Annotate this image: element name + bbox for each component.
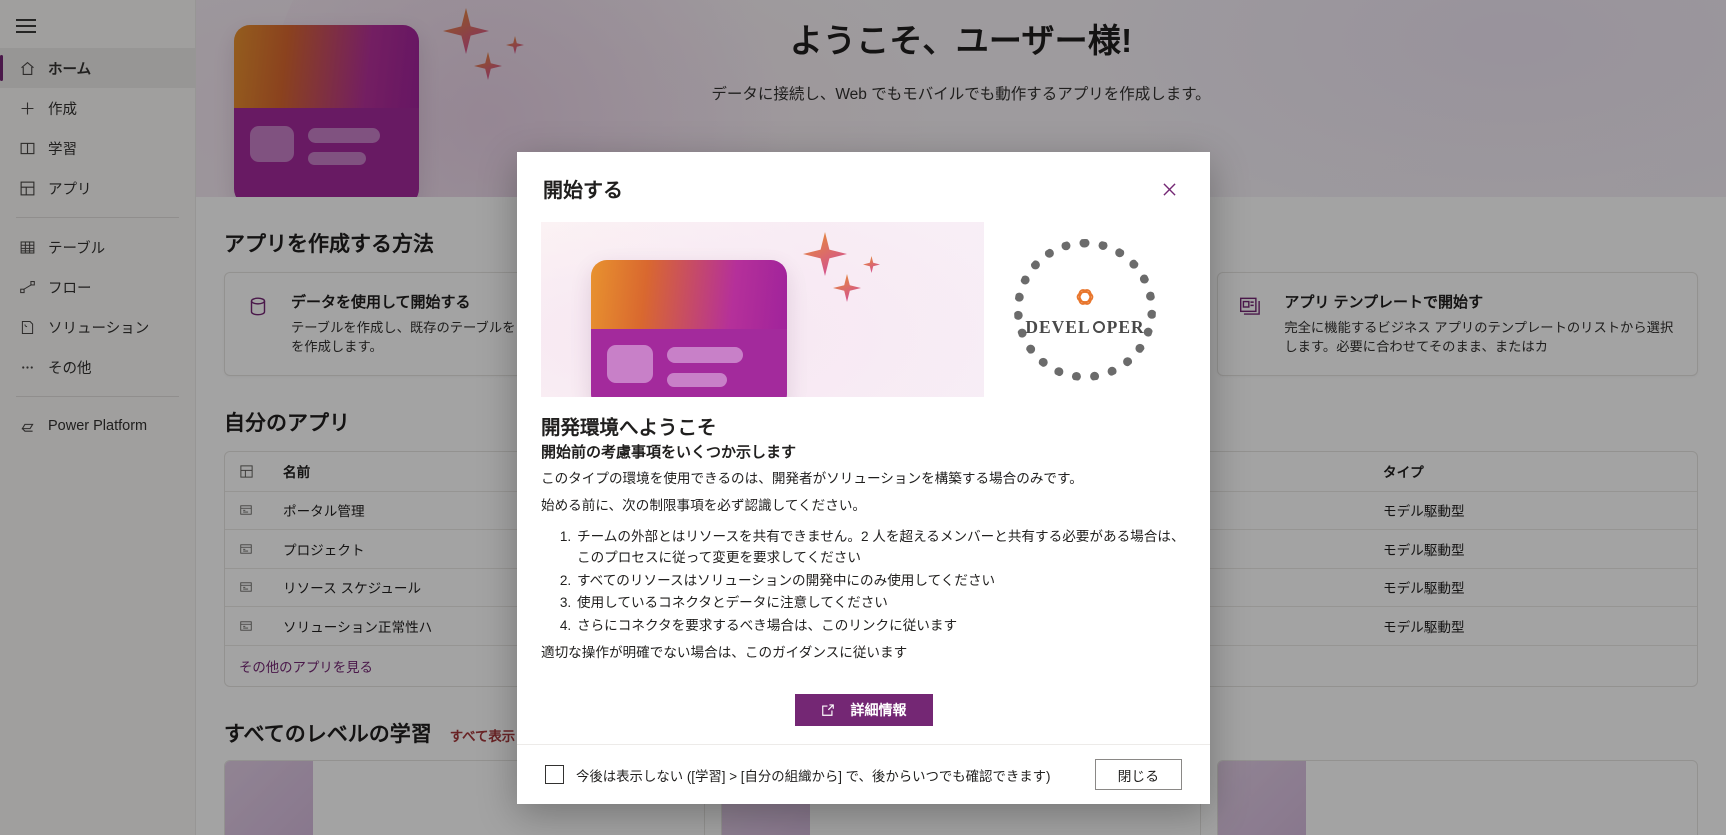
dialog-body: 開発環境へようこそ 開始前の考慮事項をいくつか示します このタイプの環境を使用で… [517,397,1210,744]
learn-more-button[interactable]: 詳細情報 [794,693,933,726]
sparkle-icon [833,274,861,302]
dialog-intro-text: このタイプの環境を使用できるのは、開発者がソリューションを構築する場合のみです。 [541,471,1083,486]
limitations-list: チームの外部とはリソースを共有できません。2 人を超えるメンバーと共有する必要が… [575,526,1186,636]
get-started-dialog: 開始する DEVEL PER 開発環境へようこそ 開始前の考慮事項をいくつか示し… [517,152,1210,804]
dialog-before-start-text: 始める前に、次の制限事項を必ず認識してください。 [541,498,867,514]
checkbox-box[interactable] [545,765,564,784]
list-item: チームの外部とはリソースを共有できません。2 人を超えるメンバーと共有する必要が… [575,526,1186,569]
list-item: すべてのリソースはソリューションの開発中にのみ使用してください [575,570,1186,591]
power-platform-flower-icon [1076,288,1094,305]
developer-badge: DEVEL PER [1014,238,1156,381]
cta-container: 詳細情報 [541,693,1186,726]
developer-badge-text: DEVEL PER [1025,317,1144,338]
checkbox-label: 今後は表示しない ([学習] > [自分の組織から] で、後からいつでも確認でき… [576,768,1051,784]
list-item: 使用しているコネクタとデータに注意してください [575,592,1186,613]
sparkle-icon [863,256,880,273]
dialog-footer: 今後は表示しない ([学習] > [自分の組織から] で、後からいつでも確認でき… [517,744,1210,804]
dialog-guidance-text: 適切な操作が明確でない場合は、このガイダンスに従います [541,645,908,661]
dialog-banner-image: DEVEL PER [541,222,1186,397]
close-dialog-button[interactable]: 閉じる [1094,759,1182,790]
sparkle-icon [803,232,847,276]
badge-ring-icon [1092,321,1105,333]
dialog-heading: 開発環境へようこそ [541,417,717,439]
external-link-icon [821,703,835,717]
banner-app-illustration [591,260,787,397]
dont-show-again-checkbox[interactable]: 今後は表示しない ([学習] > [自分の組織から] で、後からいつでも確認でき… [545,765,1079,785]
badge-word-left: DEVEL [1025,316,1091,337]
dialog-header: 開始する [517,152,1210,214]
close-x-icon[interactable] [1154,174,1184,204]
list-item: さらにコネクタを要求するべき場合は、このリンクに従います [575,615,1186,636]
badge-word-right: PER [1106,316,1145,337]
developer-badge-panel: DEVEL PER [984,222,1186,397]
app-root: ホーム 作成 学習 アプリ テーブル フロー ソリューション その他 Power… [0,0,1726,835]
learn-more-label: 詳細情報 [850,701,907,718]
dialog-title: 開始する [543,180,623,202]
dialog-subheading: 開始前の考慮事項をいくつか示します [541,444,797,461]
